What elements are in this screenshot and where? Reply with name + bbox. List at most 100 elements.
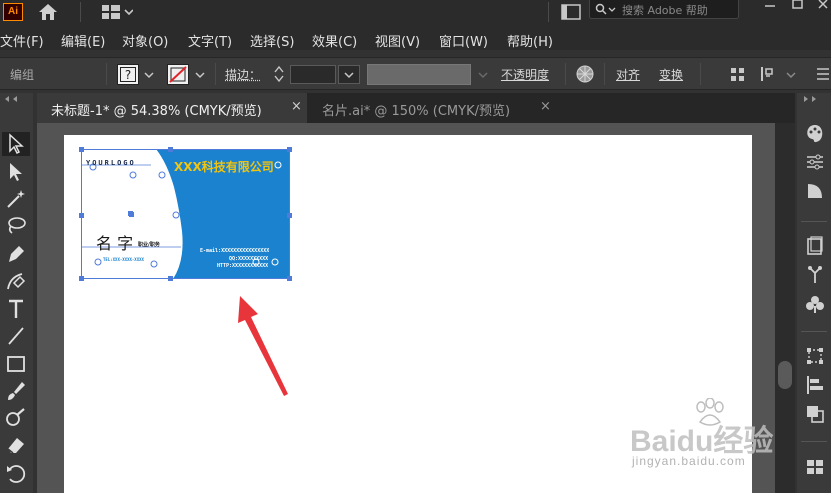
arrange-documents-icon[interactable] — [560, 3, 582, 21]
type-tool-icon[interactable] — [4, 297, 28, 321]
stroke-weight-dropdown[interactable] — [338, 65, 360, 84]
variable-width-profile[interactable] — [367, 64, 471, 85]
selection-handle[interactable] — [168, 147, 173, 152]
control-bar: 编组 ? 描边： 不透明度 对齐 变换 — [0, 57, 831, 90]
separator — [548, 2, 549, 22]
rectangle-tool-icon[interactable] — [4, 352, 28, 376]
selection-handle[interactable] — [168, 276, 173, 281]
separator — [106, 63, 107, 85]
card-email: E-mail:XXXXXXXXXXXXXXXX — [200, 248, 270, 254]
menu-type[interactable]: 文字(T) — [188, 31, 232, 50]
transform-panel-icon[interactable] — [805, 346, 825, 366]
pen-tool-icon[interactable] — [4, 242, 28, 266]
curvature-tool-icon[interactable] — [4, 269, 28, 293]
separator — [801, 221, 827, 222]
chevron-down-icon[interactable] — [786, 71, 796, 79]
menu-window[interactable]: 窗口(W) — [439, 31, 488, 50]
line-segment-tool-icon[interactable] — [4, 324, 28, 348]
tab-label: 未标题-1* @ 54.38% (CMYK/预览) — [51, 104, 262, 119]
search-help-box[interactable]: 搜索 Adobe 帮助 — [589, 0, 739, 19]
baidu-watermark: Baidu经验 jingyan.baidu.com — [630, 398, 800, 478]
isolate-group-icon[interactable] — [730, 67, 746, 83]
menu-select[interactable]: 选择(S) — [250, 31, 294, 50]
lasso-tool-icon[interactable] — [4, 214, 28, 238]
selection-handle[interactable] — [79, 147, 84, 152]
paintbrush-tool-icon[interactable] — [4, 379, 28, 403]
separator — [80, 2, 81, 22]
group-label: 编组 — [10, 68, 35, 82]
panel-menu-icon[interactable] — [815, 66, 829, 82]
selection-handle[interactable] — [287, 147, 292, 152]
scrollbar-thumb[interactable] — [778, 361, 792, 389]
tab-business-card[interactable]: 名片.ai* @ 150% (CMYK/预览) × — [308, 93, 558, 123]
minimize-icon[interactable] — [760, 0, 780, 12]
tab-close-icon[interactable]: × — [291, 99, 302, 114]
color-panel-icon[interactable] — [805, 123, 825, 143]
workspace-switcher-icon[interactable] — [101, 4, 133, 20]
direct-selection-tool-icon[interactable] — [4, 160, 28, 184]
selection-tool-icon[interactable] — [4, 132, 28, 156]
align-panel-icon[interactable] — [805, 375, 825, 395]
menu-view[interactable]: 视图(V) — [375, 31, 420, 50]
panel-dock — [797, 93, 831, 493]
stroke-swatch[interactable] — [167, 64, 189, 85]
chevron-down-icon[interactable] — [144, 71, 154, 79]
separator — [801, 441, 827, 442]
menu-bar: 文件(F) 编辑(E) 对象(O) 文字(T) 选择(S) 效果(C) 视图(V… — [0, 28, 831, 50]
home-icon[interactable] — [37, 3, 59, 21]
arrange-icon[interactable] — [760, 66, 782, 82]
fill-swatch[interactable]: ? — [117, 64, 139, 85]
title-bar: Ai 搜索 Adobe 帮助 — [0, 0, 831, 28]
stroke-weight-input[interactable] — [290, 65, 336, 84]
tab-untitled-1[interactable]: 未标题-1* @ 54.38% (CMYK/预览) × — [37, 93, 307, 123]
tools-panel — [0, 93, 33, 493]
search-icon — [595, 3, 616, 15]
eraser-tool-icon[interactable] — [4, 433, 28, 457]
stroke-weight-stepper[interactable] — [272, 64, 286, 84]
properties-panel-icon[interactable] — [805, 152, 825, 172]
selection-handle[interactable] — [79, 276, 84, 281]
tab-label: 名片.ai* @ 150% (CMYK/预览) — [322, 104, 511, 119]
red-arrow-annotation — [238, 296, 288, 396]
menu-help[interactable]: 帮助(H) — [507, 31, 553, 50]
selection-handle[interactable] — [287, 213, 292, 218]
rotate-tool-icon[interactable] — [4, 461, 28, 485]
maximize-icon[interactable] — [788, 0, 808, 12]
card-job-title: 职业/职务 — [138, 242, 160, 248]
separator — [604, 63, 605, 85]
fill-value: ? — [120, 67, 136, 82]
align-button[interactable]: 对齐 — [616, 66, 640, 83]
menu-edit[interactable]: 编辑(E) — [61, 31, 105, 50]
stroke-label: 描边： — [225, 68, 262, 82]
club-symbol-icon[interactable] — [805, 294, 825, 314]
artboards-panel-icon[interactable] — [805, 236, 825, 256]
collapse-panel-icon[interactable] — [803, 95, 823, 103]
card-website: HTTP:XXXXXXXXXXXX — [217, 263, 269, 269]
menu-object[interactable]: 对象(O) — [122, 31, 168, 50]
shaper-tool-icon[interactable] — [4, 406, 28, 430]
card-phone: TEL:XXX-XXXX-XXXX — [103, 257, 144, 262]
magic-wand-tool-icon[interactable] — [4, 187, 28, 211]
chevron-down-icon[interactable] — [478, 71, 488, 79]
separator — [801, 331, 827, 332]
card-company-name: XXX科技有限公司 — [174, 160, 274, 174]
separator — [215, 63, 216, 85]
separator — [565, 63, 566, 85]
pathfinder-panel-icon[interactable] — [805, 404, 825, 424]
menu-file[interactable]: 文件(F) — [0, 31, 44, 50]
chevron-down-icon[interactable] — [195, 71, 205, 79]
transform-button[interactable]: 变换 — [659, 66, 683, 83]
collapse-panel-icon[interactable] — [4, 95, 24, 103]
close-window-icon[interactable] — [815, 0, 831, 12]
gradient-panel-icon[interactable] — [805, 181, 825, 201]
opacity-label[interactable]: 不透明度 — [501, 66, 549, 83]
selection-handle[interactable] — [287, 276, 292, 281]
recolor-artwork-icon[interactable] — [575, 64, 595, 84]
swatches-panel-icon[interactable] — [805, 457, 825, 477]
center-point — [128, 211, 133, 216]
menu-effect[interactable]: 效果(C) — [312, 31, 357, 50]
search-placeholder: 搜索 Adobe 帮助 — [622, 4, 708, 17]
selection-handle[interactable] — [79, 213, 84, 218]
tab-close-icon[interactable]: × — [540, 99, 551, 114]
symbols-panel-icon[interactable] — [805, 265, 825, 285]
